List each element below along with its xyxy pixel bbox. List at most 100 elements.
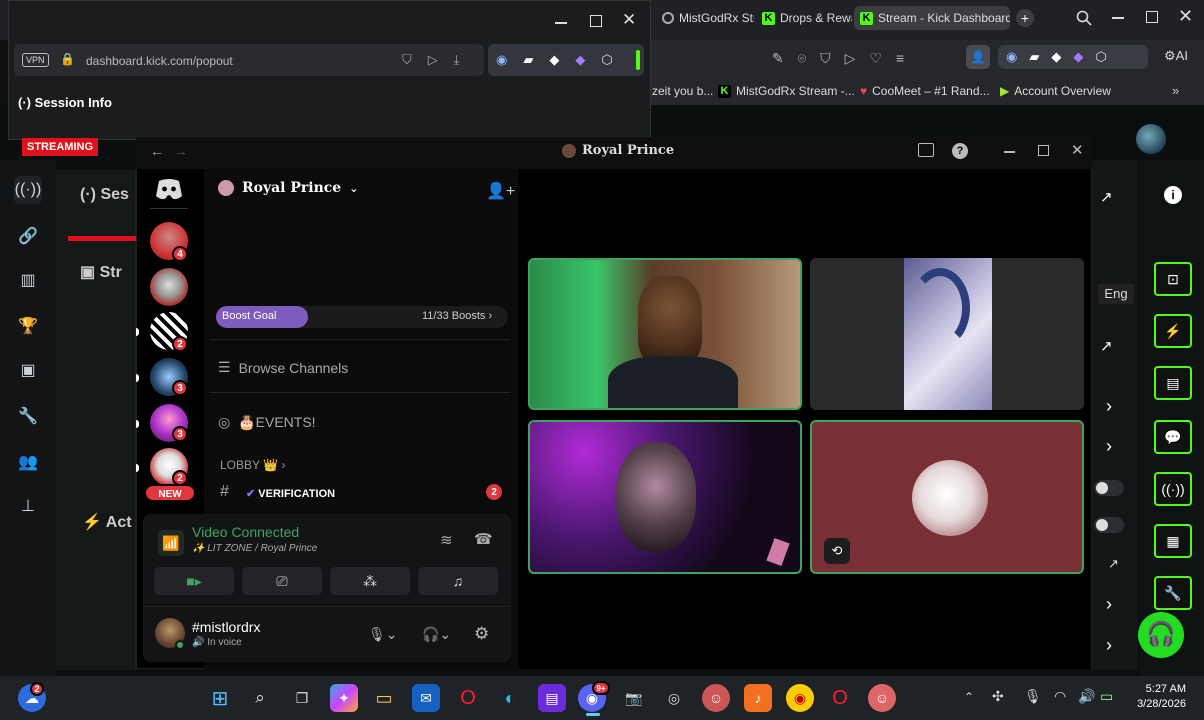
tray-microphone-icon[interactable]: 🎙 xyxy=(1024,688,1042,705)
new-badge[interactable]: NEW xyxy=(144,484,196,502)
audio-extension-icon[interactable]: ◉ xyxy=(496,52,507,68)
disconnect-icon[interactable]: ☎ xyxy=(474,530,493,548)
tab-drops[interactable]: K Drops & Rewa xyxy=(756,6,852,30)
toggle-switch[interactable] xyxy=(1094,480,1124,496)
notes-icon[interactable]: ▤ xyxy=(1154,366,1192,400)
diamond-extension-icon[interactable]: ◆ xyxy=(549,52,559,68)
popout-icon-2[interactable]: ↗ xyxy=(1100,337,1113,355)
events-channel[interactable]: ◎ 🎂EVENTS! xyxy=(218,414,316,431)
search-tabs-icon[interactable] xyxy=(1076,10,1092,26)
username[interactable]: #mistlordrx xyxy=(192,619,260,635)
microphone-icon[interactable]: 🎙⌄ xyxy=(368,626,398,643)
minimize-icon[interactable] xyxy=(1112,17,1124,19)
support-chat-icon[interactable]: 🎧 xyxy=(1138,612,1184,658)
purple-extension-icon[interactable]: ◆ xyxy=(1073,49,1083,65)
screenshot-icon[interactable]: ⊡ xyxy=(1154,262,1192,296)
server-icon-2[interactable] xyxy=(150,268,188,306)
wrench-icon[interactable]: 🔧 xyxy=(14,402,42,430)
ai-button[interactable]: ⚙AI xyxy=(1164,48,1188,64)
help-icon[interactable]: ? xyxy=(952,143,968,159)
soundboard-button[interactable]: ♫ xyxy=(418,567,498,595)
screen-share-button[interactable]: ⎚ xyxy=(242,567,322,595)
close-icon[interactable]: ✕ xyxy=(1071,141,1084,159)
file-explorer-icon[interactable]: ▭ xyxy=(370,684,398,712)
audio-extension-icon[interactable]: ◉ xyxy=(1006,49,1017,65)
chevron-right-icon[interactable]: › xyxy=(1106,594,1112,615)
opera-gx-icon[interactable]: O xyxy=(826,684,854,712)
back-arrow-icon[interactable]: ← xyxy=(150,143,164,159)
camera-icon[interactable]: ⌾ xyxy=(798,50,806,67)
camera-app-icon[interactable]: 📷 xyxy=(620,684,648,712)
server-header[interactable]: Royal Prince ⌄ xyxy=(218,180,358,196)
cube-extension-icon[interactable]: ⬡ xyxy=(1095,49,1106,65)
headphones-icon[interactable]: 🎧⌄ xyxy=(422,626,451,643)
maximize-icon[interactable] xyxy=(1038,145,1049,156)
close-icon[interactable]: ✕ xyxy=(1178,6,1193,27)
voice-channel-info[interactable]: ✨ LIT ZONE / Royal Prince xyxy=(192,543,317,554)
bookmark-3[interactable]: ♥ CooMeet – #1 Rand... xyxy=(860,84,990,98)
shield-icon[interactable]: ⛉ xyxy=(402,52,412,68)
layout-icon[interactable]: ▦ xyxy=(1154,524,1192,558)
more-bookmarks-icon[interactable]: » xyxy=(1172,83,1179,98)
restore-icon[interactable] xyxy=(1146,11,1158,23)
menu-icon[interactable]: ≡ xyxy=(896,50,904,67)
minimize-icon[interactable] xyxy=(1004,151,1015,153)
play-icon[interactable]: ▷ xyxy=(428,52,438,68)
play-icon[interactable]: ▷ xyxy=(845,50,856,67)
vpn-badge[interactable]: VPN xyxy=(22,53,49,67)
edit-icon[interactable]: ✎ xyxy=(772,50,784,67)
purple-extension-icon[interactable]: ◆ xyxy=(575,52,585,68)
popout-minimize-icon[interactable] xyxy=(555,22,567,24)
video-tile-4[interactable]: ⟲ xyxy=(810,420,1084,574)
bookmark-2[interactable]: K MistGodRx Stream -... xyxy=(718,84,855,98)
chevron-right-icon[interactable]: › xyxy=(1106,635,1112,656)
browse-channels[interactable]: ☰ Browse Channels xyxy=(218,359,348,376)
video-tile-3[interactable] xyxy=(528,420,802,574)
mask-extension-icon[interactable]: ▰ xyxy=(523,52,533,68)
battery-icon[interactable]: ▭ xyxy=(1100,688,1113,705)
tray-app-icon[interactable]: ✣ xyxy=(992,688,1004,705)
start-menu-icon[interactable]: ⊞ xyxy=(206,684,234,712)
popout-url-text[interactable]: dashboard.kick.com/popout xyxy=(86,54,233,68)
broadcast-icon[interactable]: ((·)) xyxy=(1154,472,1192,506)
shield-icon[interactable]: ⛉ xyxy=(820,50,831,67)
clipchamp-icon[interactable]: ▤ xyxy=(538,684,566,712)
dashboard-icon[interactable]: ⊥ xyxy=(14,492,42,520)
activities-button[interactable]: ⁂ xyxy=(330,567,410,595)
link-icon[interactable]: 🔗 xyxy=(14,222,42,250)
cube-extension-icon[interactable]: ⬡ xyxy=(601,52,612,68)
bookmark-4[interactable]: ▶ Account Overview xyxy=(1000,84,1111,98)
user-avatar[interactable] xyxy=(1136,124,1166,154)
language-chip[interactable]: Eng xyxy=(1098,284,1134,304)
inbox-icon[interactable] xyxy=(918,143,934,157)
trend-icon[interactable]: ↗ xyxy=(1108,556,1119,572)
users-icon[interactable]: 👥 xyxy=(14,448,42,476)
app-avatar-icon[interactable]: ☺ xyxy=(702,684,730,712)
app-avatar-icon-2[interactable]: ☺ xyxy=(868,684,896,712)
popout-icon[interactable]: ↗ xyxy=(1100,188,1113,206)
chevron-right-icon[interactable]: › xyxy=(1106,436,1112,457)
stream-preview-icon[interactable]: ⟲ xyxy=(824,538,850,564)
copilot-icon[interactable]: ✦ xyxy=(330,684,358,712)
forward-arrow-icon[interactable]: → xyxy=(174,143,188,159)
outlook-icon[interactable]: ✉ xyxy=(412,684,440,712)
invite-icon[interactable]: 👤+ xyxy=(486,181,515,201)
signal-icon[interactable]: 📶 xyxy=(158,530,184,556)
video-icon[interactable]: ▣ xyxy=(14,356,42,384)
category-lobby[interactable]: LOBBY 👑 › xyxy=(220,458,285,472)
broadcast-icon[interactable]: ((·)) xyxy=(14,176,42,204)
popout-close-icon[interactable]: ✕ xyxy=(622,10,636,30)
chart-icon[interactable]: ▥ xyxy=(14,266,42,294)
diamond-extension-icon[interactable]: ◆ xyxy=(1051,49,1061,65)
wifi-icon[interactable]: ◠ xyxy=(1054,688,1066,705)
volume-icon[interactable]: 🔊 xyxy=(1078,688,1095,705)
task-view-icon[interactable]: ❐ xyxy=(288,684,316,712)
opera-icon[interactable]: O xyxy=(454,684,482,712)
tab-mistgodrx[interactable]: MistGodRx Str xyxy=(656,6,754,30)
chat-icon[interactable]: 💬 xyxy=(1154,420,1192,454)
edge-icon[interactable]: ◐ xyxy=(496,684,524,712)
trophy-icon[interactable]: 🏆 xyxy=(14,312,42,340)
new-tab-button[interactable]: + xyxy=(1016,9,1034,27)
discord-logo-icon[interactable] xyxy=(152,176,186,202)
info-icon[interactable]: i xyxy=(1164,186,1182,204)
